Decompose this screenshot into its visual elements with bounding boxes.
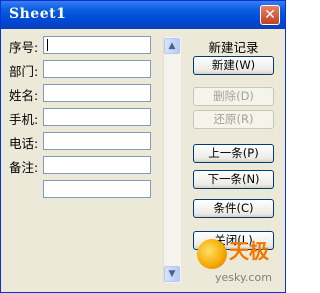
- field-label-phone: 电话:: [9, 136, 39, 151]
- serial-input[interactable]: [43, 36, 151, 54]
- next-button[interactable]: 下一条(N): [193, 170, 274, 189]
- scroll-up-button[interactable]: ▲: [164, 38, 180, 54]
- new-button[interactable]: 新建(W): [193, 56, 274, 75]
- field-label-name: 姓名:: [9, 88, 39, 103]
- delete-button[interactable]: 删除(D): [193, 87, 274, 106]
- field-label-department: 部门:: [9, 64, 39, 79]
- restore-button[interactable]: 还原(R): [193, 110, 274, 129]
- close-window-button[interactable]: ✕: [260, 5, 280, 25]
- phone-input[interactable]: [43, 132, 151, 150]
- mobile-input[interactable]: [43, 108, 151, 126]
- title-bar[interactable]: Sheet1 ✕: [1, 1, 285, 29]
- dialog-window: Sheet1 ✕ 序号: 部门: 姓名: 手机: 电话: 备注: ▲ ▼ 新建记…: [0, 0, 286, 293]
- previous-button[interactable]: 上一条(P): [193, 144, 274, 163]
- scroll-down-button[interactable]: ▼: [164, 266, 180, 282]
- yesky-logo-icon: [197, 239, 227, 269]
- watermark-url: yesky.com: [215, 271, 272, 284]
- record-scrollbar[interactable]: ▲ ▼: [163, 37, 181, 283]
- record-status-label: 新建记录: [208, 40, 259, 55]
- text-caret: [47, 39, 48, 51]
- close-icon: ✕: [264, 7, 276, 23]
- notes-input-extra[interactable]: [43, 180, 151, 198]
- arrow-down-icon: ▼: [168, 269, 176, 279]
- criteria-button[interactable]: 条件(C): [193, 199, 274, 218]
- watermark-brand: 天极: [229, 239, 269, 263]
- yesky-watermark: 天极 yesky.com: [197, 229, 287, 292]
- name-input[interactable]: [43, 84, 151, 102]
- field-label-notes: 备注:: [9, 160, 39, 175]
- notes-input[interactable]: [43, 156, 151, 174]
- department-input[interactable]: [43, 60, 151, 78]
- field-label-serial: 序号:: [9, 40, 39, 55]
- arrow-up-icon: ▲: [168, 41, 176, 51]
- field-label-mobile: 手机:: [9, 112, 39, 127]
- window-title: Sheet1: [9, 6, 67, 22]
